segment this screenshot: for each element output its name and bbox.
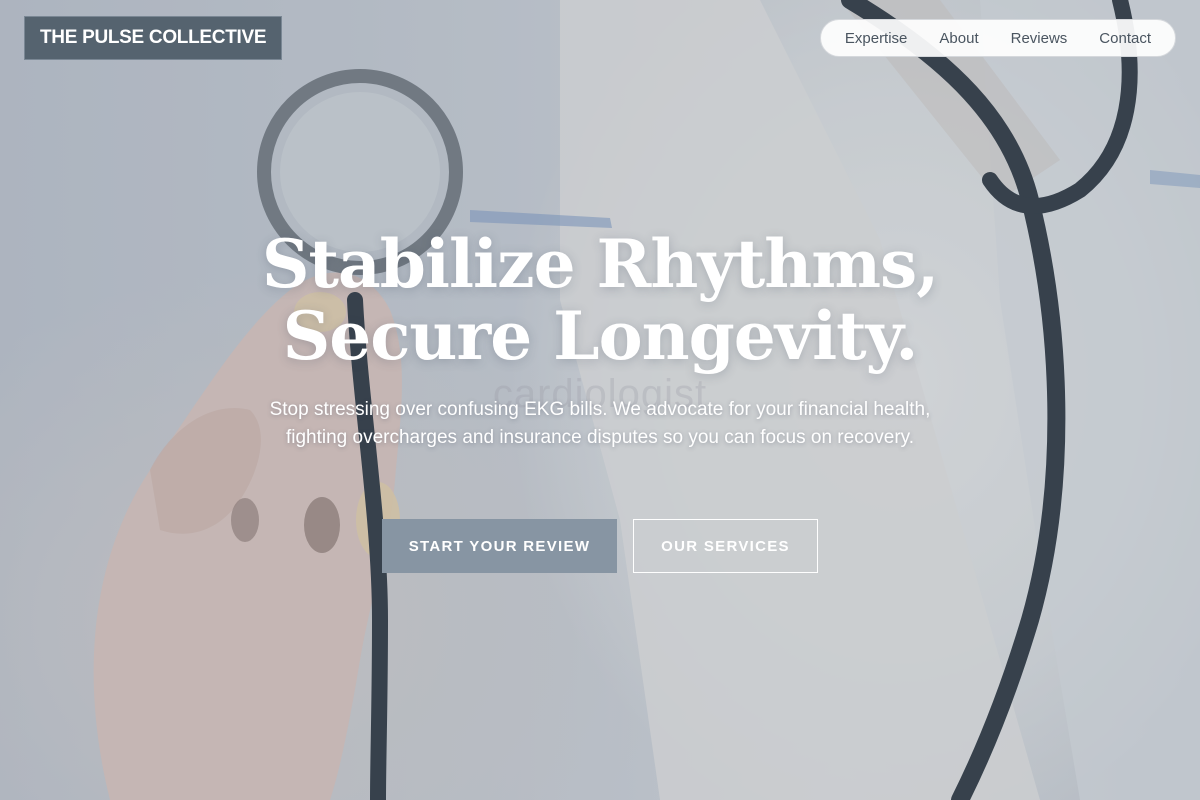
hero-headline: Stabilize Rhythms, Secure Longevity. [150, 228, 1050, 372]
our-services-button[interactable]: OUR SERVICES [633, 519, 818, 573]
headline-line-2: Secure Longevity. [282, 297, 919, 375]
hero-section: Stabilize Rhythms, Secure Longevity. car… [0, 0, 1200, 800]
start-review-button[interactable]: START YOUR REVIEW [382, 519, 617, 573]
headline-line-1: Stabilize Rhythms, [261, 225, 939, 303]
hero-subtext: Stop stressing over confusing EKG bills.… [269, 399, 931, 448]
